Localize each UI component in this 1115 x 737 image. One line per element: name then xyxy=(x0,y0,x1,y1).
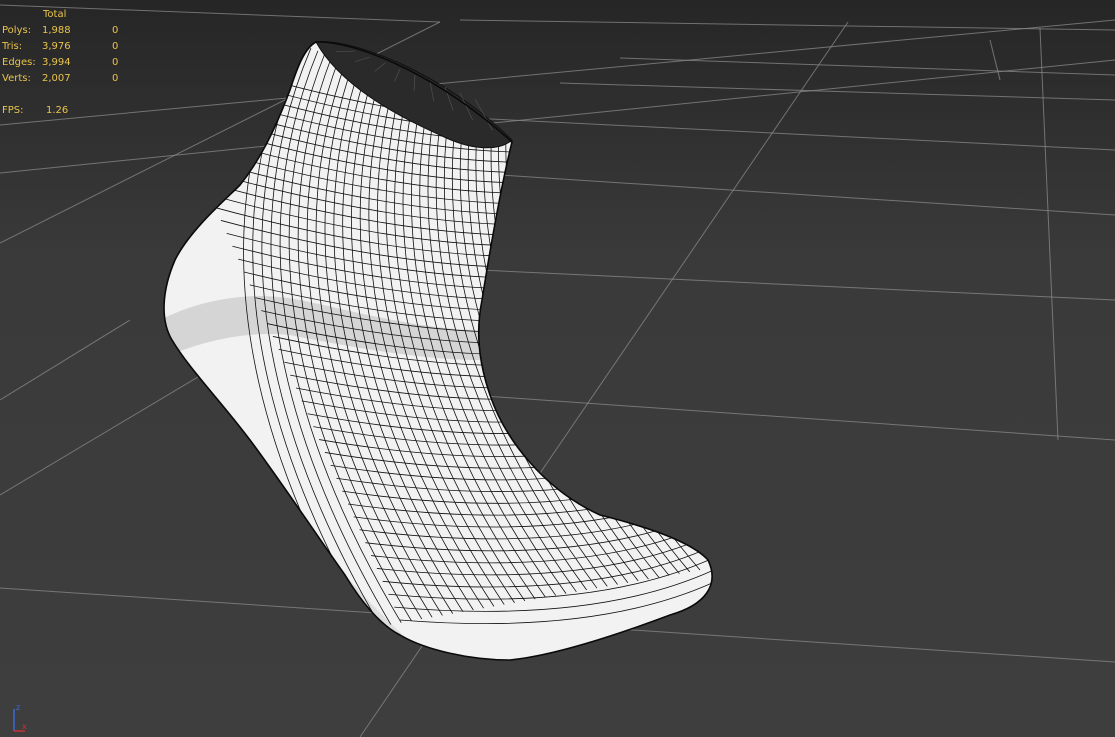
stats-fps-label: FPS: xyxy=(2,105,24,116)
stats-polys-total: 1,988 xyxy=(42,25,71,36)
stats-fps-value: 1.26 xyxy=(46,105,69,116)
stats-edges-selected: 0 xyxy=(112,57,119,68)
x-axis-label: x xyxy=(22,722,27,731)
perspective-viewport[interactable]: Total Polys: 1,988 0 Tris: 3,976 0 Edges… xyxy=(0,0,1115,737)
stats-edges-total: 3,994 xyxy=(42,57,71,68)
stats-edges-label: Edges: xyxy=(2,57,36,68)
statistics-overlay: Total Polys: 1,988 0 Tris: 3,976 0 Edges… xyxy=(2,7,142,122)
stats-verts-total: 2,007 xyxy=(42,73,71,84)
viewport-scene[interactable] xyxy=(0,0,1115,737)
stats-total-header: Total xyxy=(43,9,67,20)
stats-tris-selected: 0 xyxy=(112,41,119,52)
stats-polys-label: Polys: xyxy=(2,25,32,36)
z-axis-label: z xyxy=(16,703,20,712)
axis-tripod-icon: z x xyxy=(13,703,27,732)
stats-tris-total: 3,976 xyxy=(42,41,71,52)
stats-tris-label: Tris: xyxy=(2,41,23,52)
stats-verts-label: Verts: xyxy=(2,73,31,84)
stats-polys-selected: 0 xyxy=(112,25,119,36)
stats-verts-selected: 0 xyxy=(112,73,119,84)
